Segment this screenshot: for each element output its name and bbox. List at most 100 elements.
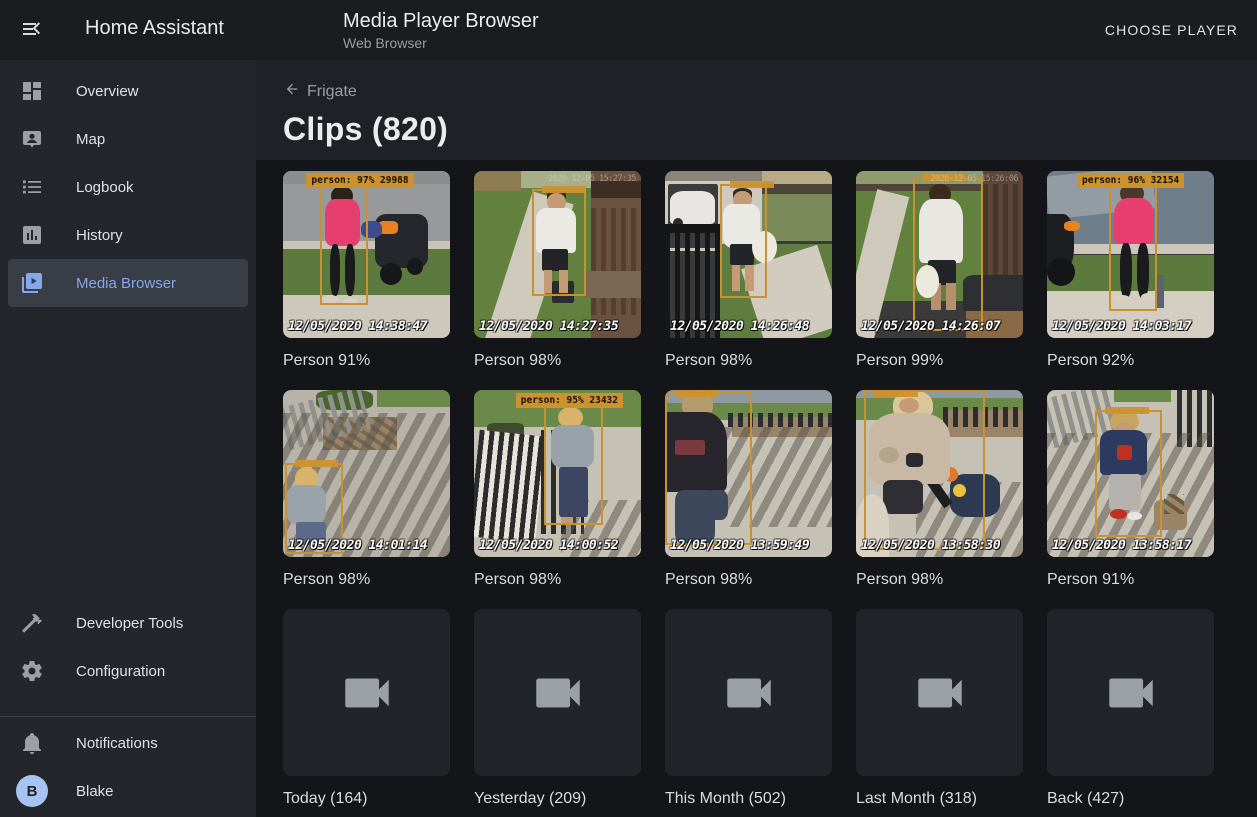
clip-timestamp: 12/05/2020 13:58:30 — [861, 538, 1000, 553]
folder-thumbnail — [474, 609, 641, 776]
sidebar-nav: Overview Map Logbook HistoryMedia Browser — [0, 67, 256, 307]
page-title: Clips (820) — [283, 111, 1257, 148]
scene-shape — [1164, 494, 1184, 514]
dialog-header: Media Player Browser Web Browser — [343, 9, 539, 51]
scene-shape — [665, 171, 762, 181]
clip-timestamp: 12/05/2020 14:03:17 — [1052, 319, 1191, 334]
detection-bounding-box — [720, 184, 767, 298]
sidebar: Overview Map Logbook HistoryMedia Browser D… — [0, 60, 256, 817]
folder-caption: Back (427) — [1047, 789, 1214, 808]
folder-thumbnail — [283, 609, 450, 776]
clip-caption: Person 98% — [283, 570, 450, 589]
logbook-icon — [20, 175, 44, 199]
detection-label-small — [730, 181, 773, 188]
sidebar-item-configuration[interactable]: Configuration — [8, 647, 248, 695]
clip-item[interactable]: person: 97% 2998812/05/2020 14:38:47Pers… — [283, 171, 450, 370]
folder-caption: Today (164) — [283, 789, 450, 808]
sidebar-item-map[interactable]: Map — [8, 115, 248, 163]
sidebar-item-overview[interactable]: Overview — [8, 67, 248, 115]
folder-caption: Yesterday (209) — [474, 789, 641, 808]
clip-timestamp: 12/05/2020 13:59:49 — [670, 538, 809, 553]
sidebar-item-user[interactable]: B Blake — [8, 767, 248, 815]
breadcrumb-label: Frigate — [307, 83, 357, 101]
scene-shape — [665, 224, 722, 232]
videocam-icon — [529, 664, 587, 722]
sidebar-item-history[interactable]: History — [8, 211, 248, 259]
folder-thumbnail — [665, 609, 832, 776]
clip-timestamp: 12/05/2020 14:38:47 — [288, 319, 427, 334]
app-header: Home Assistant Media Player Browser Web … — [0, 0, 1257, 60]
folder-item[interactable]: This Month (502) — [665, 609, 832, 808]
detection-bounding-box — [544, 402, 602, 526]
scene-shape — [584, 271, 641, 298]
videocam-icon — [1102, 664, 1160, 722]
clip-caption: Person 98% — [474, 570, 641, 589]
sidebar-footer: Developer Tools Configuration Notificatio… — [0, 599, 256, 815]
gear-icon — [20, 659, 44, 683]
detection-bounding-box — [864, 390, 984, 550]
camera-osd-timestamp: 2020-12-05 15:27:35 — [548, 174, 636, 184]
clip-thumbnail: 12/05/2020 14:26:48 — [665, 171, 832, 338]
clip-timestamp: 12/05/2020 14:01:14 — [288, 538, 427, 553]
choose-player-button[interactable]: CHOOSE PLAYER — [1097, 14, 1246, 46]
clip-thumbnail: 12/05/2020 14:01:14 — [283, 390, 450, 557]
scene-shape — [1157, 275, 1164, 308]
sidebar-item-label: Logbook — [76, 179, 134, 196]
clip-thumbnail: person: 95% 2343212/05/2020 14:00:52 — [474, 390, 641, 557]
detection-label-small — [874, 390, 917, 397]
scene-shape — [591, 208, 641, 315]
folder-caption: Last Month (318) — [856, 789, 1023, 808]
clip-caption: Person 91% — [1047, 570, 1214, 589]
detection-bounding-box — [1109, 181, 1157, 311]
clip-thumbnail: 12/05/2020 13:59:49 — [665, 390, 832, 557]
clip-item[interactable]: 12/05/2020 13:58:17 Person 91% — [1047, 390, 1214, 589]
clip-item[interactable]: 2020-12-05 15:26:0612/05/2020 14:26:07Pe… — [856, 171, 1023, 370]
clip-item[interactable]: 12/05/2020 14:01:14 Person 98% — [283, 390, 450, 589]
dashboard-icon — [20, 79, 44, 103]
scene-shape — [474, 171, 521, 191]
clip-thumbnail: 12/05/2020 13:58:17 — [1047, 390, 1214, 557]
clip-item[interactable]: 12/05/2020 13:59:49 Person 98% — [665, 390, 832, 589]
sidebar-item-developer-tools[interactable]: Developer Tools — [8, 599, 248, 647]
clip-timestamp: 12/05/2020 14:00:52 — [479, 538, 618, 553]
clip-timestamp: 12/05/2020 14:26:07 — [861, 319, 1000, 334]
scene-shape — [380, 263, 402, 285]
folder-item[interactable]: Today (164) — [283, 609, 450, 808]
clip-timestamp: 12/05/2020 13:58:17 — [1052, 538, 1191, 553]
folder-item[interactable]: Back (427) — [1047, 609, 1214, 808]
detection-bounding-box — [532, 189, 585, 296]
breadcrumb-back-frigate[interactable]: Frigate — [284, 81, 357, 102]
sidebar-item-media-browser[interactable]: Media Browser — [8, 259, 248, 307]
sidebar-item-notifications[interactable]: Notifications — [8, 719, 248, 767]
scene-shape — [407, 258, 424, 275]
clip-thumbnail: person: 96% 3215412/05/2020 14:03:17 — [1047, 171, 1214, 338]
clip-thumbnail: 2020-12-05 15:26:06 12/05/2020 14:26:07 — [856, 171, 1023, 338]
clip-caption: Person 98% — [665, 351, 832, 370]
clip-caption: Person 98% — [856, 570, 1023, 589]
videocam-icon — [911, 664, 969, 722]
clip-item[interactable]: 2020-12-05 15:27:3512/05/2020 14:27:35Pe… — [474, 171, 641, 370]
clip-caption: Person 98% — [665, 570, 832, 589]
scene-shape — [1114, 390, 1171, 402]
sidebar-item-label: Map — [76, 131, 105, 148]
sidebar-item-logbook[interactable]: Logbook — [8, 163, 248, 211]
sidebar-item-label: Overview — [76, 83, 139, 100]
clip-item[interactable]: person: 95% 2343212/05/2020 14:00:52 Pers… — [474, 390, 641, 589]
user-name-label: Blake — [76, 783, 114, 800]
media-browser-icon — [20, 271, 44, 295]
sidebar-toggle-button[interactable] — [8, 6, 56, 54]
camera-osd-timestamp: 2020-12-05 15:26:06 — [930, 174, 1018, 184]
notifications-label: Notifications — [76, 735, 158, 752]
menu-open-icon — [20, 17, 44, 44]
sidebar-item-label: Developer Tools — [76, 615, 183, 632]
clip-item[interactable]: 12/05/2020 13:58:30 Person 98% — [856, 390, 1023, 589]
clip-caption: Person 98% — [474, 351, 641, 370]
media-browser-header: Frigate Clips (820) — [256, 60, 1257, 160]
app-title: Home Assistant — [85, 17, 224, 40]
dialog-subtitle: Web Browser — [343, 35, 539, 51]
clip-item[interactable]: person: 96% 3215412/05/2020 14:03:17Pers… — [1047, 171, 1214, 370]
folder-item[interactable]: Yesterday (209) — [474, 609, 641, 808]
folder-item[interactable]: Last Month (318) — [856, 609, 1023, 808]
scene-shape — [377, 390, 450, 407]
clip-item[interactable]: 12/05/2020 14:26:48 Person 98% — [665, 171, 832, 370]
